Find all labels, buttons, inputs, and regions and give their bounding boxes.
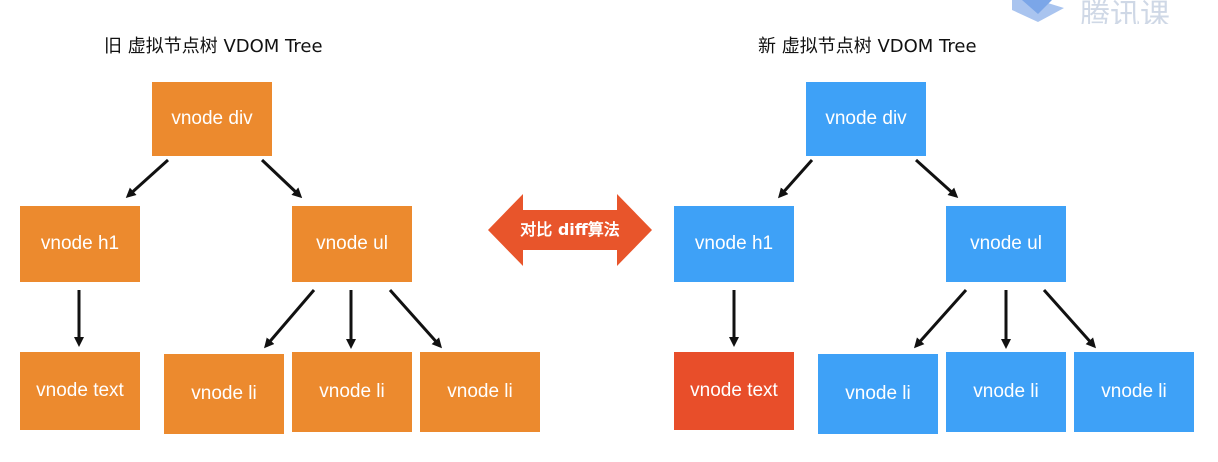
- old-node-text: vnode text: [20, 352, 140, 430]
- edge-right-div-ul: [914, 158, 959, 199]
- compare-label: 对比 diff算法: [520, 220, 620, 239]
- watermark-logo: 腾讯课: [1008, 0, 1218, 24]
- old-node-h1: vnode h1: [20, 206, 140, 282]
- new-node-li-2: vnode li: [946, 352, 1066, 432]
- new-node-ul: vnode ul: [946, 206, 1066, 282]
- new-tree-title: 新 虚拟节点树 VDOM Tree: [758, 36, 977, 57]
- logo-icon: [1012, 0, 1064, 22]
- edge-left-div-ul: [260, 158, 303, 199]
- diagram-canvas: 腾讯课 旧 虚拟节点树 VDOM Tree vnode div vnode h1…: [0, 0, 1218, 462]
- edge-left-ul-li1: [264, 289, 316, 349]
- edge-left-div-h1: [125, 158, 170, 199]
- edge-right-div-h1: [778, 159, 814, 199]
- old-node-ul: vnode ul: [292, 206, 412, 282]
- new-node-div: vnode div: [806, 82, 926, 156]
- edge-right-ul-li3: [1042, 289, 1096, 349]
- old-tree-title: 旧 虚拟节点树 VDOM Tree: [104, 36, 323, 57]
- logo-text: 腾讯课: [1080, 0, 1170, 24]
- old-node-li-1: vnode li: [164, 354, 284, 434]
- old-node-li-2: vnode li: [292, 352, 412, 432]
- edge-left-ul-li3: [388, 289, 442, 349]
- old-node-li-3: vnode li: [420, 352, 540, 432]
- edge-right-ul-li1: [914, 289, 968, 349]
- new-node-h1: vnode h1: [674, 206, 794, 282]
- new-node-li-1: vnode li: [818, 354, 938, 434]
- new-node-text-changed: vnode text: [674, 352, 794, 430]
- new-node-li-3: vnode li: [1074, 352, 1194, 432]
- old-node-div: vnode div: [152, 82, 272, 156]
